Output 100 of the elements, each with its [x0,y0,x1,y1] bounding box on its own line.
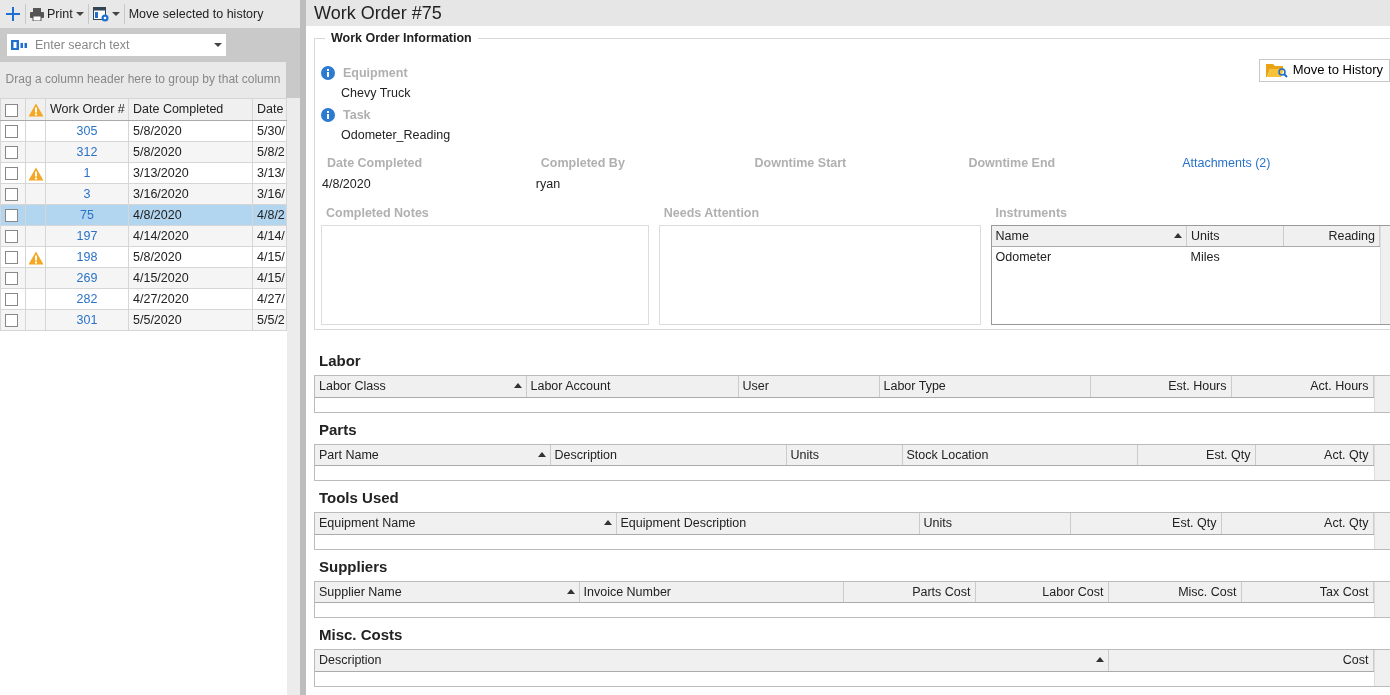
work-order-link[interactable]: 301 [76,312,98,327]
table-cell: Odometer [991,246,1187,268]
scrollbar[interactable] [1373,581,1390,617]
column-header[interactable]: Reading [1283,225,1380,247]
field-value: Chevy Truck [341,85,412,102]
column-header[interactable]: Date [252,98,287,121]
field-label: Task [343,106,371,123]
column-header[interactable]: Labor Class [315,376,526,397]
column-header[interactable]: Cost [1108,650,1373,671]
caret-icon [111,12,120,16]
page-title: Work Order #75 [306,0,1390,26]
work-order-link[interactable]: 198 [76,249,98,264]
column-header[interactable]: Invoice Number [579,581,843,603]
column-header[interactable]: Misc. Cost [1108,581,1241,603]
field-value: ryan [535,176,562,193]
column-header[interactable]: Stock Location [902,444,1137,466]
column-header[interactable]: Equipment Description [616,513,919,534]
field-label: Downtime Start [754,155,848,172]
grid-row[interactable]: 282 4/27/2020 4/27/ [0,288,287,310]
work-order-link[interactable]: 197 [76,228,98,243]
field-label: Completed Notes [325,204,430,221]
column-header[interactable]: Act. Qty [1255,444,1373,466]
section-title: Misc. Costs [319,625,404,644]
grid-row[interactable]: 269 4/15/2020 4/15/ [0,267,287,289]
scrollbar[interactable] [1373,444,1390,480]
checkbox[interactable] [5,209,18,223]
group-panel-hint: Drag a column header here to group by that column [0,62,286,98]
column-header[interactable]: Labor Account [526,376,738,397]
caret-icon [214,43,222,47]
field-label: Equipment [343,65,408,82]
scrollbar[interactable] [287,98,300,695]
column-header[interactable]: Equipment Name [315,513,616,534]
grid-row[interactable]: 312 5/8/2020 5/8/2 [0,141,287,163]
column-header[interactable]: Est. Qty [1137,444,1255,466]
scrollbar[interactable] [1373,513,1390,549]
column-header[interactable]: Name [991,225,1187,247]
grid-row[interactable]: 198 5/8/2020 4/15/ [0,246,287,268]
table-cell: 5/8/2020 [128,246,253,268]
checkbox[interactable] [5,125,18,139]
attachments-link[interactable]: Attachments (2) [1182,156,1271,170]
work-order-link[interactable]: 3 [83,186,91,201]
checkbox[interactable] [5,103,18,117]
checkbox[interactable] [5,293,18,307]
grid-row[interactable]: 197 4/14/2020 4/14/ [0,225,287,247]
field-label: Downtime End [968,155,1057,172]
table-cell: 4/27/ [252,288,287,310]
scrollbar[interactable] [1373,650,1390,686]
column-header[interactable]: Units [919,513,1070,534]
warning-icon [28,103,44,118]
column-header[interactable]: Act. Qty [1221,513,1373,534]
column-header[interactable]: Date Completed [128,98,253,121]
work-order-link[interactable]: 269 [76,270,98,285]
checkbox[interactable] [5,251,18,265]
grid-row[interactable]: 75 4/8/2020 4/8/2 [0,204,287,226]
move-to-history-button[interactable]: Move to History [1258,59,1390,82]
column-header[interactable]: Est. Qty [1070,513,1221,534]
grid-row[interactable]: 1 3/13/2020 3/13/ [0,162,287,184]
grid-row[interactable]: 3 3/16/2020 3/16/ [0,183,287,205]
column-header[interactable]: Units [786,444,902,466]
info-icon [321,107,335,122]
column-header[interactable]: Parts Cost [843,581,975,603]
checkbox[interactable] [5,167,18,181]
column-header[interactable]: Labor Type [879,376,1090,397]
column-header[interactable]: Supplier Name [315,581,579,603]
column-header[interactable]: Part Name [315,444,550,466]
work-order-link[interactable]: 1 [83,165,91,180]
checkbox[interactable] [5,230,18,244]
checkbox[interactable] [5,314,18,328]
layout-gear-icon [92,6,109,22]
table-cell: Miles [1186,246,1284,268]
table-cell: 3/13/2020 [128,162,253,184]
checkbox[interactable] [5,188,18,202]
column-header[interactable]: Tax Cost [1241,581,1373,603]
section-title: Suppliers [319,556,389,576]
work-order-link[interactable]: 282 [76,291,98,306]
work-order-link[interactable]: 312 [76,144,98,159]
column-header[interactable]: User [738,376,879,397]
grid-row[interactable]: 305 5/8/2020 5/30/ [0,120,287,142]
column-header[interactable]: Description [550,444,786,466]
column-header[interactable]: Act. Hours [1231,376,1373,397]
section-title: Labor [319,351,362,370]
warning-icon [28,166,44,181]
scrollbar[interactable] [1380,225,1390,324]
column-header[interactable]: Est. Hours [1090,376,1231,397]
sort-arrow-icon [537,451,546,457]
move-to-history-button[interactable]: Move selected to history [125,3,267,25]
grid-row[interactable]: 301 5/5/2020 5/5/2 [0,309,287,331]
scrollbar[interactable] [1373,376,1390,412]
checkbox[interactable] [5,146,18,160]
search-input[interactable]: Enter search text [33,35,209,55]
column-header[interactable]: Units [1186,225,1284,247]
column-header[interactable]: Labor Cost [975,581,1108,603]
column-header[interactable]: Work Order # [45,98,129,121]
column-header[interactable]: Description [315,650,1108,671]
checkbox[interactable] [5,272,18,286]
field-label: Instruments [994,204,1069,221]
sort-arrow-icon [1174,232,1182,238]
work-order-link[interactable]: 305 [76,123,98,138]
print-button[interactable]: Print [27,3,87,25]
search-field[interactable]: Enter search text [7,34,226,56]
